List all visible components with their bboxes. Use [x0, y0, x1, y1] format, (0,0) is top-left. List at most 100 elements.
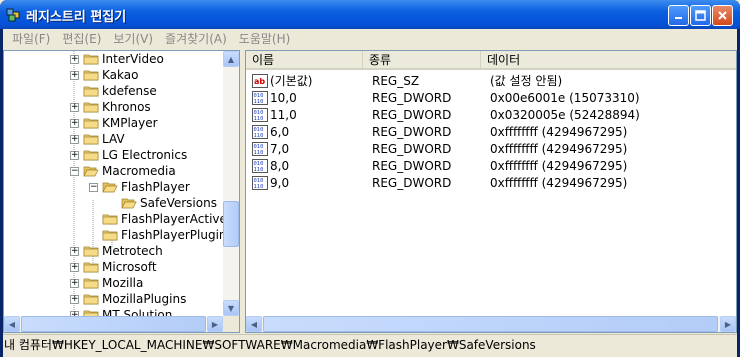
- collapse-icon[interactable]: −: [89, 182, 98, 192]
- expand-icon[interactable]: +: [70, 246, 79, 256]
- value-name: 6,0: [270, 124, 290, 139]
- value-type-cell: REG_DWORD: [372, 158, 452, 173]
- value-name: 10,0: [270, 90, 297, 105]
- menu-item[interactable]: 편집(E): [56, 30, 107, 47]
- value-data-cell: 0xffffffff (4294967295): [490, 124, 628, 139]
- value-type-cell: REG_DWORD: [372, 107, 452, 122]
- expand-icon[interactable]: +: [70, 118, 79, 128]
- tree-item[interactable]: FlashPlayerActiveX: [89, 211, 223, 227]
- menu-item[interactable]: 보기(V): [107, 30, 159, 47]
- tree-item-label: Microsoft: [102, 260, 157, 274]
- value-data-cell: 0x0320005e (52428894): [490, 107, 640, 122]
- tree-item-label: MozillaPlugins: [102, 292, 187, 306]
- folder-icon: [83, 102, 99, 113]
- expand-icon[interactable]: +: [70, 150, 79, 160]
- key-tree: + InterVideo + Kakao kdefense + Khronos + KMPlay…: [4, 51, 223, 316]
- scroll-thumb[interactable]: [263, 316, 718, 332]
- column-data-header[interactable]: 데이터: [481, 51, 736, 68]
- menu-item[interactable]: 도움말(H): [233, 30, 297, 47]
- value-type-cell: REG_SZ: [372, 73, 420, 88]
- scroll-thumb[interactable]: [223, 201, 239, 247]
- binary-value-icon: 010110: [252, 124, 268, 139]
- tree-item[interactable]: + Metrotech: [70, 243, 163, 259]
- tree-item[interactable]: + LG Electronics: [70, 147, 187, 163]
- tree-item[interactable]: FlashPlayerPlugin: [89, 227, 223, 243]
- value-name-cell[interactable]: 010 110 9,0: [252, 174, 289, 191]
- folder-icon: [83, 310, 99, 316]
- tree-item[interactable]: + InterVideo: [70, 51, 164, 67]
- folder-icon: [83, 134, 99, 145]
- expand-icon[interactable]: +: [70, 134, 79, 144]
- expand-icon[interactable]: +: [70, 294, 79, 304]
- expand-icon[interactable]: +: [70, 102, 79, 112]
- folder-icon: [83, 246, 99, 257]
- tree-item[interactable]: + Khronos: [70, 99, 151, 115]
- expand-icon[interactable]: +: [70, 262, 79, 272]
- scroll-left-button[interactable]: ◀: [4, 316, 20, 332]
- maximize-icon: [695, 10, 706, 21]
- binary-value-icon: 010110: [252, 158, 268, 173]
- folder-icon: [83, 294, 99, 305]
- tree-item[interactable]: + LAV: [70, 131, 125, 147]
- scroll-down-button[interactable]: ▼: [223, 300, 239, 316]
- tree-item[interactable]: SafeVersions: [108, 195, 217, 211]
- value-name-cell[interactable]: 010 110 10,0: [252, 89, 297, 106]
- scroll-right-button[interactable]: ▶: [720, 316, 736, 332]
- minimize-button[interactable]: [668, 5, 689, 26]
- tree-item[interactable]: − FlashPlayer: [89, 179, 190, 195]
- folder-icon: [83, 70, 99, 81]
- value-name-cell[interactable]: ab (기본값): [252, 72, 312, 89]
- values-horizontal-scrollbar[interactable]: ◀ ▶: [246, 316, 736, 332]
- tree-item-label: Khronos: [102, 100, 151, 114]
- tree-item[interactable]: + Kakao: [70, 67, 138, 83]
- collapse-icon[interactable]: −: [70, 166, 79, 176]
- value-name-cell[interactable]: 010 110 6,0: [252, 123, 289, 140]
- key-tree-pane[interactable]: + InterVideo + Kakao kdefense + Khronos + KMPlay…: [3, 50, 240, 333]
- value-name: 11,0: [270, 107, 297, 122]
- column-header: 이름 종류 데이터: [246, 51, 736, 70]
- tree-vertical-scrollbar[interactable]: ▲ ▼: [223, 51, 239, 316]
- folder-icon: [102, 230, 118, 241]
- title-bar[interactable]: 레지스트리 편집기: [0, 0, 740, 29]
- folder-icon: [83, 86, 99, 97]
- value-name: (기본값): [270, 74, 313, 88]
- values-pane[interactable]: 이름 종류 데이터 ab (기본값) REG_SZ (값 설정 안됨) 010 110 10…: [245, 50, 737, 333]
- menu-bar: 파일(F) 편집(E) 보기(V) 즐겨찾기(A) 도움말(H): [3, 29, 737, 48]
- scroll-thumb[interactable]: [21, 316, 206, 332]
- tree-item[interactable]: − Macromedia: [70, 163, 176, 179]
- tree-item[interactable]: + Microsoft: [70, 259, 157, 275]
- expand-icon[interactable]: +: [70, 70, 79, 80]
- value-name-cell[interactable]: 010 110 8,0: [252, 157, 289, 174]
- status-bar: 내 컴퓨터₩HKEY_LOCAL_MACHINE₩SOFTWARE₩Macrom…: [3, 334, 737, 354]
- tree-item[interactable]: kdefense: [70, 83, 157, 99]
- value-name-cell[interactable]: 010 110 11,0: [252, 106, 297, 123]
- expand-icon[interactable]: +: [70, 278, 79, 288]
- close-button[interactable]: [712, 5, 733, 26]
- value-data-cell: 0x00e6001e (15073310): [490, 90, 640, 105]
- value-type-cell: REG_DWORD: [372, 175, 452, 190]
- tree-item[interactable]: + MT Solution: [70, 307, 172, 316]
- expand-icon[interactable]: +: [70, 54, 79, 64]
- column-name-header[interactable]: 이름: [246, 51, 363, 68]
- scroll-left-button[interactable]: ◀: [246, 316, 262, 332]
- menu-item[interactable]: 파일(F): [6, 30, 56, 47]
- tree-item-label: MT Solution: [102, 308, 173, 316]
- value-name: 9,0: [270, 175, 290, 190]
- column-type-header[interactable]: 종류: [363, 51, 481, 68]
- maximize-button[interactable]: [690, 5, 711, 26]
- tree-item[interactable]: + KMPlayer: [70, 115, 158, 131]
- folder-icon: [83, 262, 99, 273]
- folder-icon: [102, 214, 118, 225]
- svg-text:110: 110: [254, 167, 264, 173]
- tree-item-label: InterVideo: [102, 52, 164, 66]
- tree-item[interactable]: + MozillaPlugins: [70, 291, 186, 307]
- svg-text:110: 110: [254, 116, 264, 122]
- scroll-up-button[interactable]: ▲: [223, 51, 239, 67]
- menu-item[interactable]: 즐겨찾기(A): [159, 30, 233, 47]
- scroll-right-button[interactable]: ▶: [207, 316, 223, 332]
- value-name-cell[interactable]: 010 110 7,0: [252, 140, 289, 157]
- tree-item-label: LG Electronics: [102, 148, 188, 162]
- binary-value-icon: 010110: [252, 141, 268, 156]
- tree-horizontal-scrollbar[interactable]: ◀ ▶: [4, 316, 223, 332]
- tree-item[interactable]: + Mozilla: [70, 275, 143, 291]
